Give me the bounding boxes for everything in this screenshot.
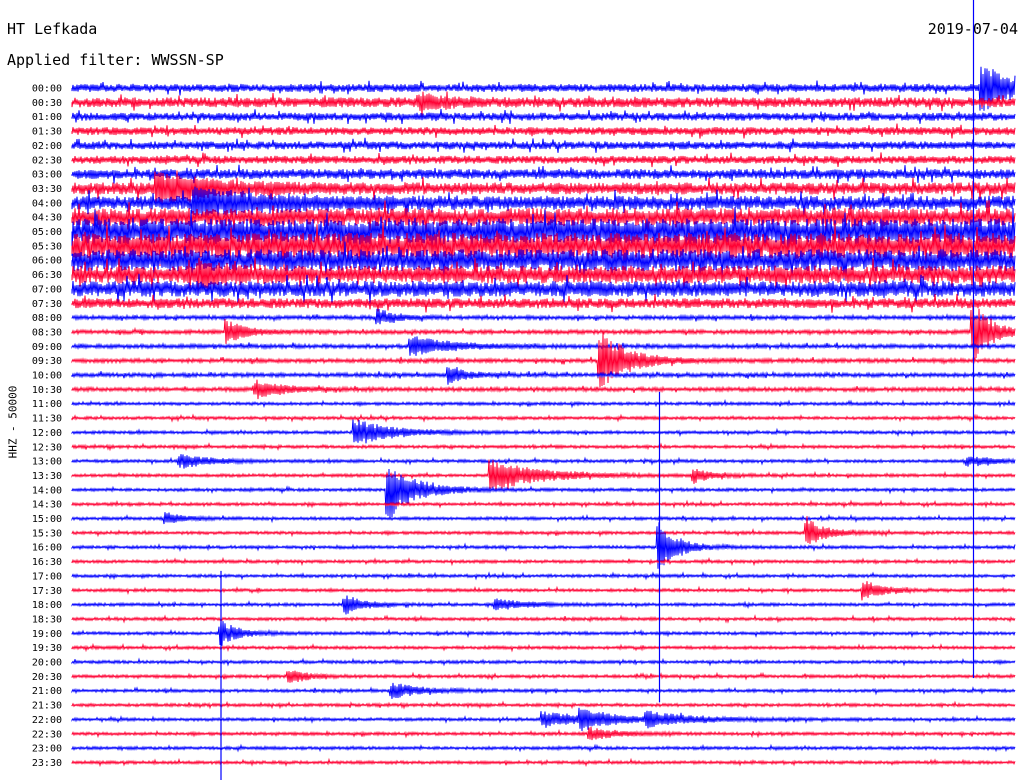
trace-0030 xyxy=(71,91,1016,117)
trace-label: 08:30 xyxy=(32,327,62,338)
trace-label: 18:00 xyxy=(32,600,62,611)
trace-2130 xyxy=(71,700,1016,710)
trace-1130 xyxy=(71,413,1016,423)
trace-label: 00:30 xyxy=(32,98,62,109)
trace-1900 xyxy=(71,621,1016,646)
trace-0830 xyxy=(71,304,1016,361)
trace-label: 05:00 xyxy=(32,227,62,238)
trace-label: 18:30 xyxy=(32,614,62,625)
trace-label: 03:30 xyxy=(32,184,62,195)
trace-label: 06:30 xyxy=(32,270,62,281)
trace-2100 xyxy=(71,682,1016,699)
trace-0100 xyxy=(71,109,1016,125)
trace-1730 xyxy=(71,581,1016,601)
trace-label: 15:30 xyxy=(32,528,62,539)
trace-label: 11:00 xyxy=(32,399,62,410)
trace-label: 19:30 xyxy=(32,643,62,654)
trace-label: 17:00 xyxy=(32,571,62,582)
trace-1500 xyxy=(71,512,1016,525)
trace-label: 22:30 xyxy=(32,729,62,740)
trace-label: 13:30 xyxy=(32,471,62,482)
trace-1100 xyxy=(71,398,1016,409)
trace-0130 xyxy=(71,123,1016,139)
trace-label: 08:00 xyxy=(32,313,62,324)
trace-label: 14:00 xyxy=(32,485,62,496)
trace-label: 22:00 xyxy=(32,715,62,726)
trace-label: 03:00 xyxy=(32,170,62,181)
trace-label: 00:00 xyxy=(32,84,62,95)
trace-label: 11:30 xyxy=(32,414,62,425)
trace-label: 07:30 xyxy=(32,299,62,310)
trace-1700 xyxy=(71,571,1016,581)
trace-label: 13:00 xyxy=(32,457,62,468)
trace-label: 09:00 xyxy=(32,342,62,353)
trace-label: 12:30 xyxy=(32,442,62,453)
trace-2330 xyxy=(71,757,1016,768)
trace-1430 xyxy=(71,499,1016,509)
trace-label: 04:30 xyxy=(32,213,62,224)
trace-0230 xyxy=(71,152,1016,168)
trace-0800 xyxy=(71,308,1016,325)
trace-label: 16:00 xyxy=(32,543,62,554)
trace-2200 xyxy=(71,707,1016,732)
trace-label: 07:00 xyxy=(32,284,62,295)
trace-0200 xyxy=(71,137,1016,153)
trace-0900 xyxy=(71,336,1016,356)
trace-label: 02:30 xyxy=(32,155,62,166)
trace-label: 17:30 xyxy=(32,586,62,597)
trace-label: 02:00 xyxy=(32,141,62,152)
trace-1800 xyxy=(71,595,1016,615)
traces xyxy=(71,66,1016,768)
trace-label: 23:30 xyxy=(32,758,62,769)
trace-label: 19:00 xyxy=(32,629,62,640)
trace-1530 xyxy=(71,516,1016,544)
trace-label: 06:00 xyxy=(32,256,62,267)
trace-0730 xyxy=(71,293,1016,313)
trace-label: 10:30 xyxy=(32,385,62,396)
trace-label: 04:00 xyxy=(32,198,62,209)
trace-label: 01:30 xyxy=(32,127,62,138)
trace-1830 xyxy=(71,614,1016,624)
trace-1630 xyxy=(71,556,1016,567)
trace-labels: 00:00 00:30 01:00 01:30 02:00 02:30 03:00 03:30… xyxy=(32,84,62,769)
trace-0930 xyxy=(71,332,1016,388)
trace-1030 xyxy=(71,379,1016,400)
trace-1300 xyxy=(71,454,1016,469)
seismogram-plot: 00:00 00:30 01:00 01:30 02:00 02:30 03:00 03:30… xyxy=(32,0,1016,780)
trace-label: 09:30 xyxy=(32,356,62,367)
trace-1200 xyxy=(71,419,1016,444)
trace-1330 xyxy=(71,459,1016,490)
trace-1230 xyxy=(71,442,1016,452)
trace-2000 xyxy=(71,657,1016,667)
trace-label: 21:00 xyxy=(32,686,62,697)
trace-label: 12:00 xyxy=(32,428,62,439)
trace-2230 xyxy=(71,726,1016,741)
trace-label: 05:30 xyxy=(32,241,62,252)
trace-2300 xyxy=(71,743,1016,753)
trace-label: 10:00 xyxy=(32,371,62,382)
trace-label: 16:30 xyxy=(32,557,62,568)
trace-label: 15:00 xyxy=(32,514,62,525)
trace-label: 14:30 xyxy=(32,500,62,511)
trace-label: 01:00 xyxy=(32,112,62,123)
trace-2030 xyxy=(71,670,1016,683)
trace-label: 20:30 xyxy=(32,672,62,683)
trace-1930 xyxy=(71,642,1016,653)
trace-label: 20:00 xyxy=(32,658,62,669)
trace-label: 21:30 xyxy=(32,701,62,712)
trace-1000 xyxy=(71,367,1016,385)
trace-label: 23:00 xyxy=(32,744,62,755)
